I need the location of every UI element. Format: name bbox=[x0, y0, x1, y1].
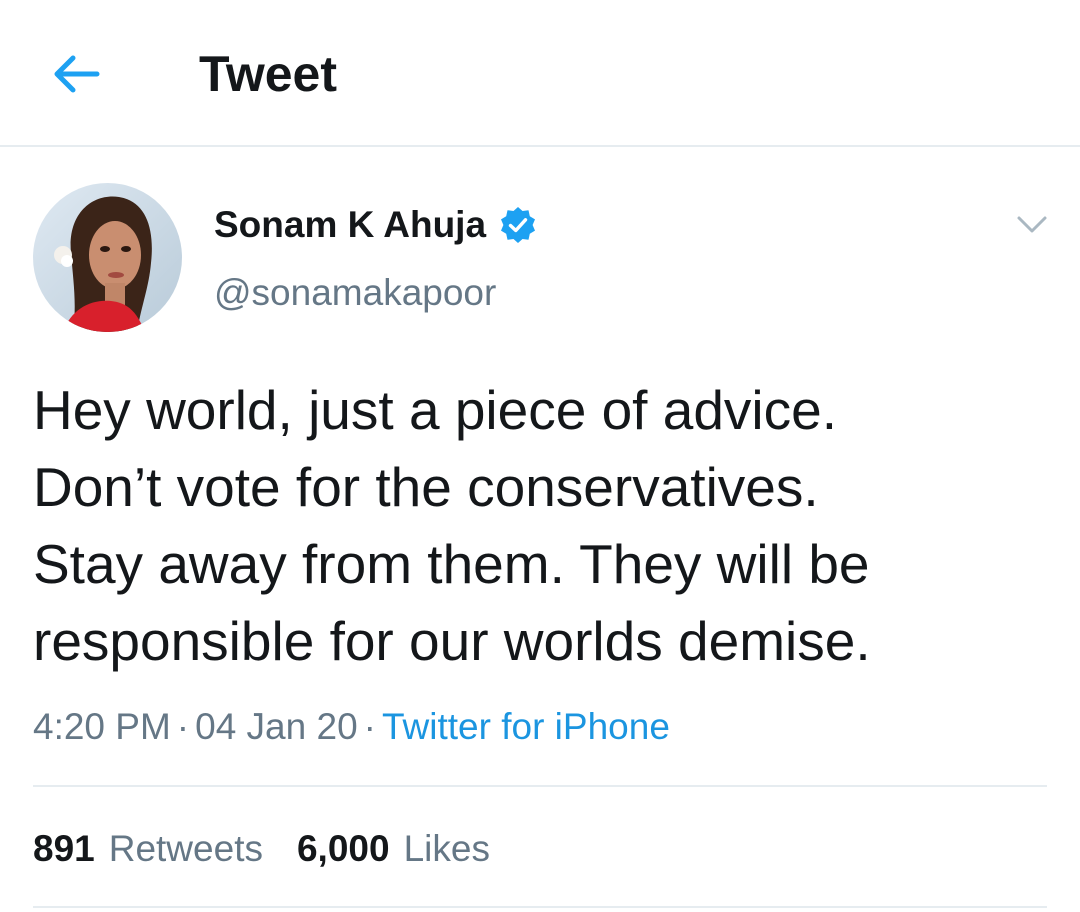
tweet-text-line: Don’t vote for the conservatives. bbox=[33, 456, 819, 518]
verified-badge-icon bbox=[501, 207, 536, 243]
likes-stat[interactable]: 6,000 Likes bbox=[297, 824, 490, 874]
tweet-text: Hey world, just a piece of advice. Don’t… bbox=[33, 372, 1043, 680]
profile-photo bbox=[33, 183, 182, 332]
display-name: Sonam K Ahuja bbox=[214, 204, 487, 245]
retweets-stat[interactable]: 891 Retweets bbox=[33, 824, 263, 874]
tweet-text-line: Hey world, just a piece of advice. bbox=[33, 379, 837, 441]
meta-separator: · bbox=[176, 706, 190, 747]
author-handle[interactable]: @sonamakapoor bbox=[214, 268, 496, 318]
avatar[interactable] bbox=[33, 183, 182, 332]
retweets-count: 891 bbox=[33, 828, 95, 869]
likes-label: Likes bbox=[403, 828, 490, 869]
likes-count: 6,000 bbox=[296, 828, 390, 869]
retweets-label: Retweets bbox=[108, 828, 263, 869]
divider bbox=[33, 785, 1047, 787]
author-name-row[interactable]: Sonam K Ahuja bbox=[214, 200, 536, 250]
tweet-text-line: responsible for our worlds demise. bbox=[33, 610, 871, 672]
tweet-options-button[interactable] bbox=[1012, 205, 1052, 245]
arrow-left-icon bbox=[54, 55, 100, 93]
tweet-time: 4:20 PM bbox=[33, 706, 171, 747]
tweet-date: 04 Jan 20 bbox=[195, 706, 358, 747]
tweet-stats: 891 Retweets 6,000 Likes bbox=[33, 824, 524, 874]
chevron-down-icon bbox=[1017, 216, 1047, 233]
page-title: Tweet bbox=[199, 46, 337, 102]
back-button[interactable] bbox=[44, 46, 108, 102]
tweet-meta: 4:20 PM · 04 Jan 20 · Twitter for iPhone bbox=[33, 702, 670, 752]
divider bbox=[33, 906, 1047, 908]
tweet-source-link[interactable]: Twitter for iPhone bbox=[382, 706, 670, 747]
meta-separator: · bbox=[363, 706, 376, 747]
tweet-text-line: Stay away from them. They will be bbox=[33, 533, 870, 595]
top-bar: Tweet bbox=[0, 0, 1080, 147]
